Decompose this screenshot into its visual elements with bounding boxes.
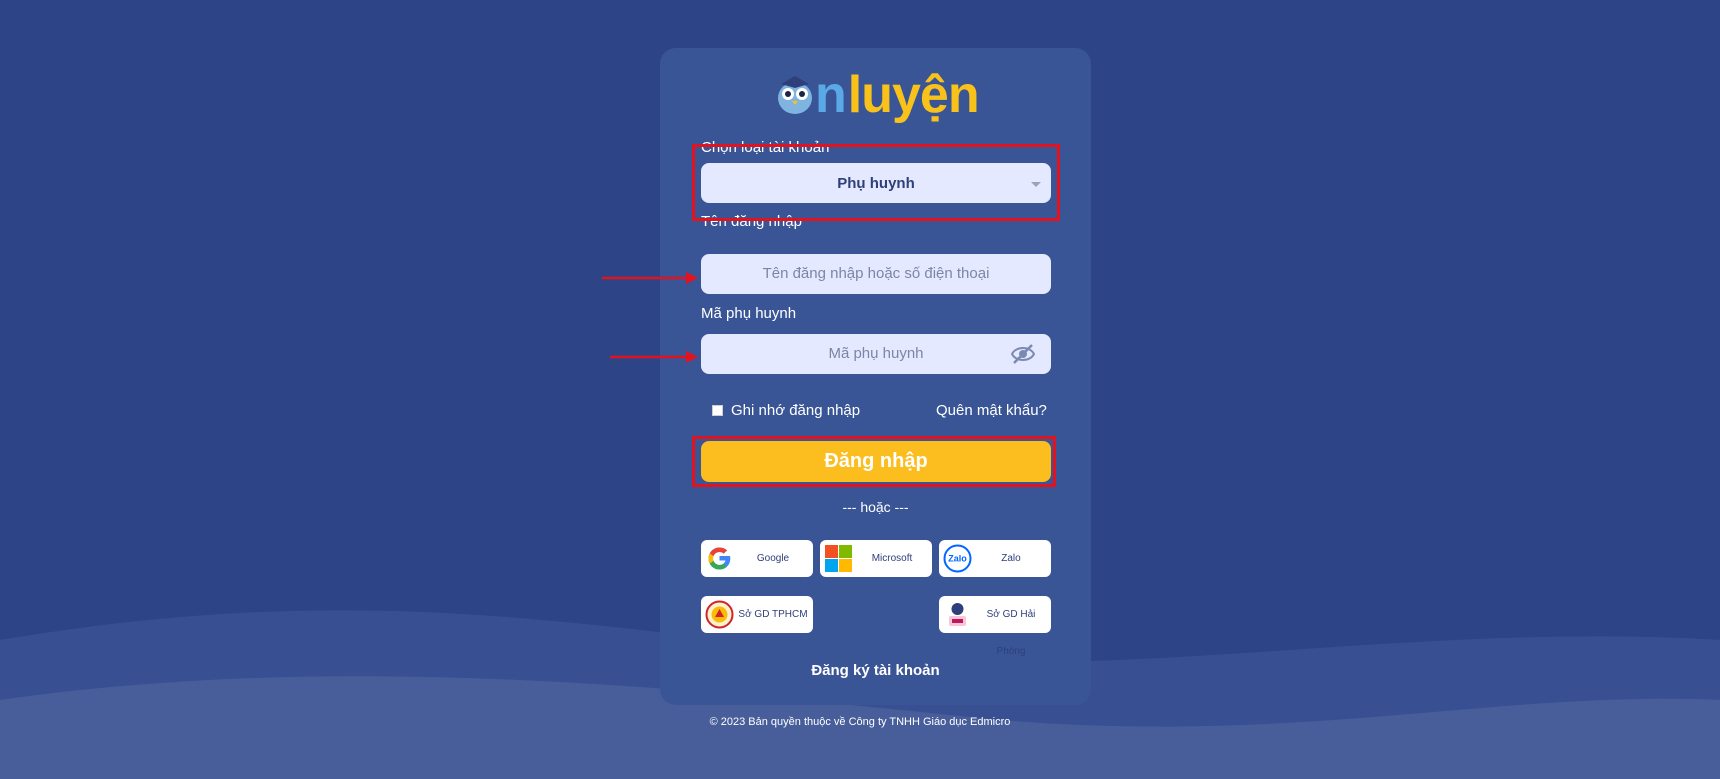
hcm-education-login-button[interactable]: Sở GD TPHCM xyxy=(701,596,813,633)
microsoft-icon xyxy=(825,545,852,572)
remember-checkbox[interactable] xyxy=(712,405,723,416)
or-divider: --- hoặc --- xyxy=(842,499,909,515)
microsoft-login-button[interactable]: Microsoft xyxy=(820,540,932,577)
haiphong-education-login-button[interactable]: Sở GD Hải Phòng xyxy=(939,596,1051,657)
username-input[interactable]: Tên đăng nhập hoặc số điện thoại xyxy=(701,254,1051,294)
forgot-password-link[interactable]: Quên mật khẩu? xyxy=(936,402,1047,419)
parent-code-placeholder: Mã phụ huynh xyxy=(828,345,924,362)
username-placeholder: Tên đăng nhập hoặc số điện thoại xyxy=(762,265,990,282)
parent-code-input[interactable]: Mã phụ huynh xyxy=(701,334,1051,374)
haiphong-education-label: Sở GD Hải Phòng xyxy=(986,609,1036,657)
logo-text-luyen: luyện xyxy=(847,66,980,124)
google-login-button[interactable]: Google xyxy=(701,540,813,577)
owl-mascot-icon xyxy=(778,76,812,114)
haiphong-education-logo-icon xyxy=(949,603,966,626)
remember-label: Ghi nhớ đăng nhập xyxy=(731,402,861,419)
hcm-education-label: Sở GD TPHCM xyxy=(738,609,808,620)
zalo-login-button[interactable]: Zalo Zalo xyxy=(939,540,1051,577)
arrow-to-parent-code-icon xyxy=(610,351,698,363)
google-icon xyxy=(708,547,731,570)
zalo-label: Zalo xyxy=(1001,553,1021,564)
eye-slash-icon[interactable] xyxy=(1011,343,1035,365)
account-type-highlight-box xyxy=(692,144,1060,221)
zalo-icon-text: Zalo xyxy=(948,554,967,564)
microsoft-label: Microsoft xyxy=(871,553,913,564)
logo-text-n: n xyxy=(815,66,847,124)
login-button-highlight-box xyxy=(692,436,1056,487)
parent-code-label: Mã phụ huynh xyxy=(701,305,797,322)
arrow-to-username-icon xyxy=(602,272,698,284)
logo-wordmark: nluyện xyxy=(815,66,980,124)
hcm-education-seal-icon xyxy=(705,600,734,629)
zalo-icon: Zalo xyxy=(943,544,972,573)
register-link[interactable]: Đăng ký tài khoản xyxy=(660,662,1091,679)
google-label: Google xyxy=(756,553,790,564)
onluyen-logo: nluyện xyxy=(775,66,985,124)
copyright-text: © 2023 Bản quyền thuộc về Công ty TNHH G… xyxy=(709,716,1011,728)
